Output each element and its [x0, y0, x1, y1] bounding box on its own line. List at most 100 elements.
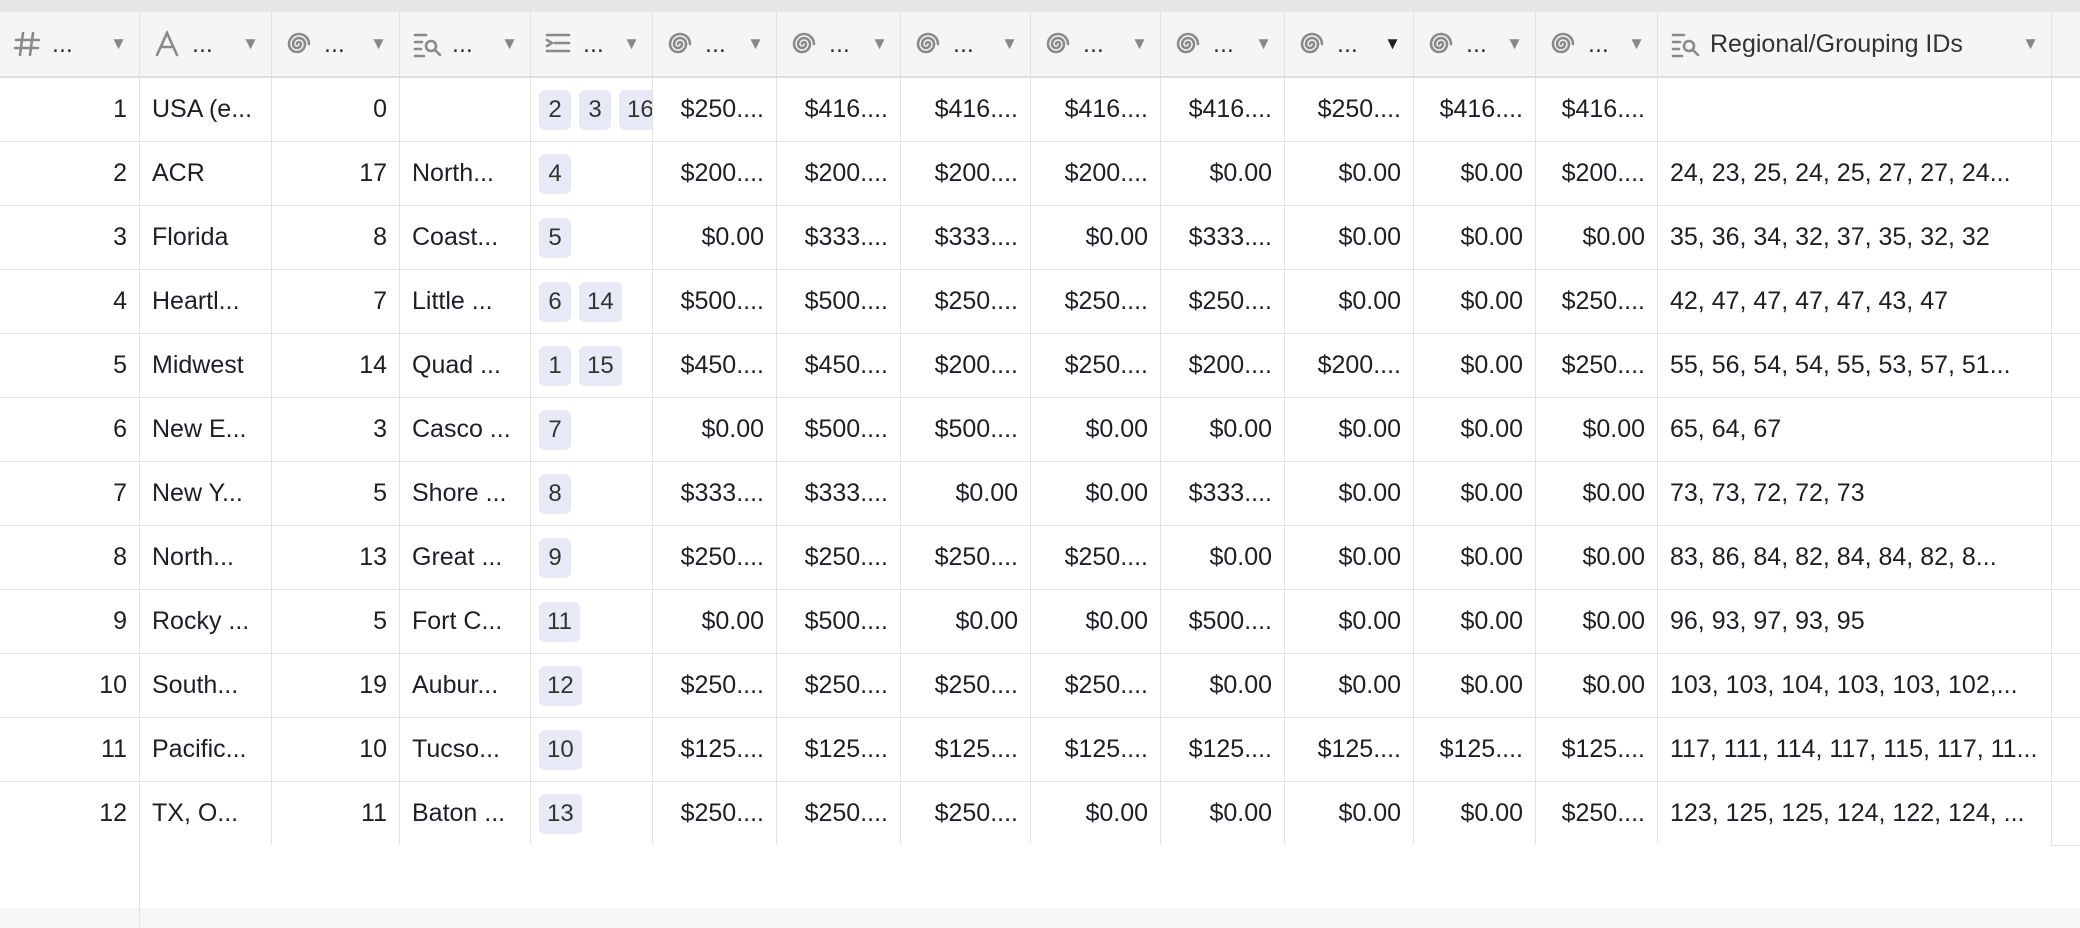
linked-records-cell[interactable]: 4	[531, 142, 653, 205]
column-header-10[interactable]: ... ▼	[1161, 12, 1285, 76]
linked-record-chip[interactable]: 4	[539, 153, 571, 194]
column-header-12[interactable]: ... ▼	[1414, 12, 1536, 76]
amount-cell[interactable]: $0.00	[1161, 782, 1285, 845]
region-name-cell[interactable]: ACR	[140, 142, 272, 205]
linked-records-cell[interactable]: 2 3 16	[531, 78, 653, 141]
amount-cell[interactable]: $0.00	[1285, 270, 1414, 333]
amount-cell[interactable]: $416....	[1031, 78, 1161, 141]
linked-records-cell[interactable]: 8	[531, 462, 653, 525]
amount-cell[interactable]: $0.00	[1285, 654, 1414, 717]
amount-cell[interactable]: $125....	[653, 718, 777, 781]
amount-cell[interactable]: $250....	[1536, 334, 1658, 397]
amount-cell[interactable]: $333....	[777, 462, 901, 525]
linked-record-chip[interactable]: 6	[539, 281, 571, 322]
amount-cell[interactable]: $0.00	[1031, 398, 1161, 461]
regional-grouping-ids-cell[interactable]: 83, 86, 84, 82, 84, 84, 82, 8...	[1658, 526, 2052, 589]
column-header-1[interactable]: ... ▼	[0, 12, 140, 76]
lookup-cell[interactable]: Aubur...	[400, 654, 531, 717]
column-header-3[interactable]: ... ▼	[272, 12, 400, 76]
table-row[interactable]: 8 North... 13 Great ... 9 $250.... $250.... $25…	[0, 526, 2080, 590]
amount-cell[interactable]: $250....	[901, 654, 1031, 717]
regional-grouping-ids-cell[interactable]: 117, 111, 114, 117, 115, 117, 11...	[1658, 718, 2052, 781]
chevron-down-icon[interactable]: ▼	[501, 34, 518, 54]
column-header-13[interactable]: ... ▼	[1536, 12, 1658, 76]
amount-cell[interactable]: $200....	[901, 334, 1031, 397]
amount-cell[interactable]: $500....	[777, 398, 901, 461]
count-cell[interactable]: 14	[272, 334, 400, 397]
linked-record-chip[interactable]: 11	[539, 601, 580, 642]
count-cell[interactable]: 5	[272, 590, 400, 653]
regional-grouping-ids-cell[interactable]: 65, 64, 67	[1658, 398, 2052, 461]
linked-record-chip[interactable]: 13	[539, 793, 582, 834]
regional-grouping-ids-cell[interactable]: 42, 47, 47, 47, 47, 43, 47	[1658, 270, 2052, 333]
amount-cell[interactable]: $333....	[1161, 462, 1285, 525]
linked-record-chip[interactable]: 12	[539, 665, 582, 706]
regional-grouping-ids-cell[interactable]: 123, 125, 125, 124, 122, 124, ...	[1658, 782, 2052, 845]
row-number-cell[interactable]: 3	[0, 206, 140, 269]
table-row[interactable]: 1 USA (e... 0 2 3 16 $250.... $416.... $416.... $…	[0, 78, 2080, 142]
column-header-4[interactable]: ... ▼	[400, 12, 531, 76]
count-cell[interactable]: 7	[272, 270, 400, 333]
amount-cell[interactable]: $250....	[1031, 654, 1161, 717]
amount-cell[interactable]: $125....	[1161, 718, 1285, 781]
regional-grouping-ids-cell[interactable]	[1658, 78, 2052, 141]
amount-cell[interactable]: $0.00	[1285, 142, 1414, 205]
amount-cell[interactable]: $250....	[777, 654, 901, 717]
linked-record-chip[interactable]: 5	[539, 217, 571, 258]
linked-record-chip[interactable]: 15	[579, 345, 622, 386]
amount-cell[interactable]: $200....	[653, 142, 777, 205]
linked-record-chip[interactable]: 7	[539, 409, 571, 450]
amount-cell[interactable]: $250....	[901, 782, 1031, 845]
amount-cell[interactable]: $0.00	[1285, 462, 1414, 525]
amount-cell[interactable]: $250....	[1031, 270, 1161, 333]
amount-cell[interactable]: $250....	[777, 782, 901, 845]
amount-cell[interactable]: $0.00	[653, 398, 777, 461]
amount-cell[interactable]: $0.00	[1031, 462, 1161, 525]
table-row[interactable]: 2 ACR 17 North... 4 $200.... $200.... $200.... $…	[0, 142, 2080, 206]
chevron-down-icon[interactable]: ▼	[623, 34, 640, 54]
amount-cell[interactable]: $0.00	[1414, 206, 1536, 269]
row-number-cell[interactable]: 5	[0, 334, 140, 397]
linked-records-cell[interactable]: 1 15	[531, 334, 653, 397]
linked-records-cell[interactable]: 9	[531, 526, 653, 589]
regional-grouping-ids-cell[interactable]: 55, 56, 54, 54, 55, 53, 57, 51...	[1658, 334, 2052, 397]
lookup-cell[interactable]	[400, 78, 531, 141]
table-row[interactable]: 12 TX, O... 11 Baton ... 13 $250.... $250.... $…	[0, 782, 2080, 846]
chevron-down-icon[interactable]: ▼	[871, 34, 888, 54]
amount-cell[interactable]: $250....	[777, 526, 901, 589]
amount-cell[interactable]: $500....	[901, 398, 1031, 461]
lookup-cell[interactable]: Fort C...	[400, 590, 531, 653]
amount-cell[interactable]: $125....	[1414, 718, 1536, 781]
chevron-down-icon[interactable]: ▼	[1255, 34, 1272, 54]
table-row[interactable]: 4 Heartl... 7 Little ... 6 14 $500.... $500....…	[0, 270, 2080, 334]
region-name-cell[interactable]: Florida	[140, 206, 272, 269]
region-name-cell[interactable]: Heartl...	[140, 270, 272, 333]
region-name-cell[interactable]: Pacific...	[140, 718, 272, 781]
amount-cell[interactable]: $125....	[901, 718, 1031, 781]
linked-record-chip[interactable]: 10	[539, 729, 582, 770]
amount-cell[interactable]: $200....	[777, 142, 901, 205]
amount-cell[interactable]: $500....	[777, 590, 901, 653]
table-row[interactable]: 7 New Y... 5 Shore ... 8 $333.... $333.... $0.0…	[0, 462, 2080, 526]
region-name-cell[interactable]: TX, O...	[140, 782, 272, 845]
amount-cell[interactable]: $0.00	[1536, 206, 1658, 269]
region-name-cell[interactable]: Rocky ...	[140, 590, 272, 653]
table-row[interactable]: 3 Florida 8 Coast... 5 $0.00 $333.... $333.... $…	[0, 206, 2080, 270]
row-number-cell[interactable]: 11	[0, 718, 140, 781]
column-header-7[interactable]: ... ▼	[777, 12, 901, 76]
amount-cell[interactable]: $125....	[1031, 718, 1161, 781]
amount-cell[interactable]: $200....	[1031, 142, 1161, 205]
amount-cell[interactable]: $416....	[777, 78, 901, 141]
region-name-cell[interactable]: USA (e...	[140, 78, 272, 141]
amount-cell[interactable]: $250....	[1031, 334, 1161, 397]
row-number-cell[interactable]: 1	[0, 78, 140, 141]
amount-cell[interactable]: $0.00	[1414, 526, 1536, 589]
linked-record-chip[interactable]: 14	[579, 281, 622, 322]
amount-cell[interactable]: $0.00	[1285, 526, 1414, 589]
lookup-cell[interactable]: Little ...	[400, 270, 531, 333]
regional-grouping-ids-cell[interactable]: 35, 36, 34, 32, 37, 35, 32, 32	[1658, 206, 2052, 269]
amount-cell[interactable]: $250....	[1031, 526, 1161, 589]
linked-records-cell[interactable]: 13	[531, 782, 653, 845]
amount-cell[interactable]: $333....	[653, 462, 777, 525]
amount-cell[interactable]: $0.00	[1161, 142, 1285, 205]
